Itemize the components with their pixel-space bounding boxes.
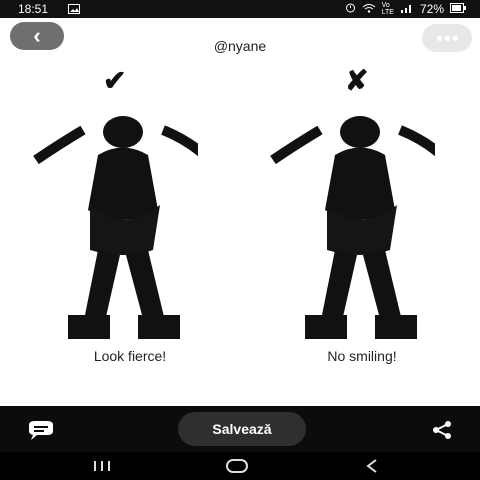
username: @nyane: [213, 38, 267, 54]
caption-right: No smiling!: [327, 348, 397, 364]
image-icon: [68, 3, 80, 17]
comment-button[interactable]: [27, 420, 55, 447]
back-nav-icon[interactable]: [366, 459, 378, 478]
wifi-icon: [362, 2, 376, 16]
battery-icon: [450, 2, 466, 16]
status-bar: 18:51 Vo LTE 72%: [0, 0, 480, 18]
home-icon[interactable]: [226, 459, 248, 478]
bottom-action-bar: Salvează: [0, 406, 480, 452]
alarm-icon: [345, 2, 356, 16]
recent-apps-icon[interactable]: [92, 459, 112, 477]
share-button[interactable]: [430, 418, 454, 447]
caption-left: Look fierce!: [93, 348, 167, 364]
status-icons: Vo LTE 72%: [345, 2, 466, 16]
battery-text: 72%: [419, 2, 444, 16]
pin-image: ‹ @nyane ✔ ✘ Look fierce! No smiling!: [0, 18, 480, 406]
person-photo-right: [270, 116, 435, 339]
person-photo-left: [33, 116, 198, 339]
volte-icon: Vo LTE: [381, 2, 394, 16]
save-button[interactable]: Salvează: [178, 412, 306, 446]
status-time: 18:51: [18, 2, 49, 16]
check-icon: ✔: [103, 65, 127, 96]
cross-icon: ✘: [345, 65, 369, 96]
chat-bubble-icon: [27, 421, 55, 446]
share-icon: [430, 421, 454, 446]
signal-icon: [400, 2, 414, 16]
system-nav-bar: [0, 452, 480, 480]
